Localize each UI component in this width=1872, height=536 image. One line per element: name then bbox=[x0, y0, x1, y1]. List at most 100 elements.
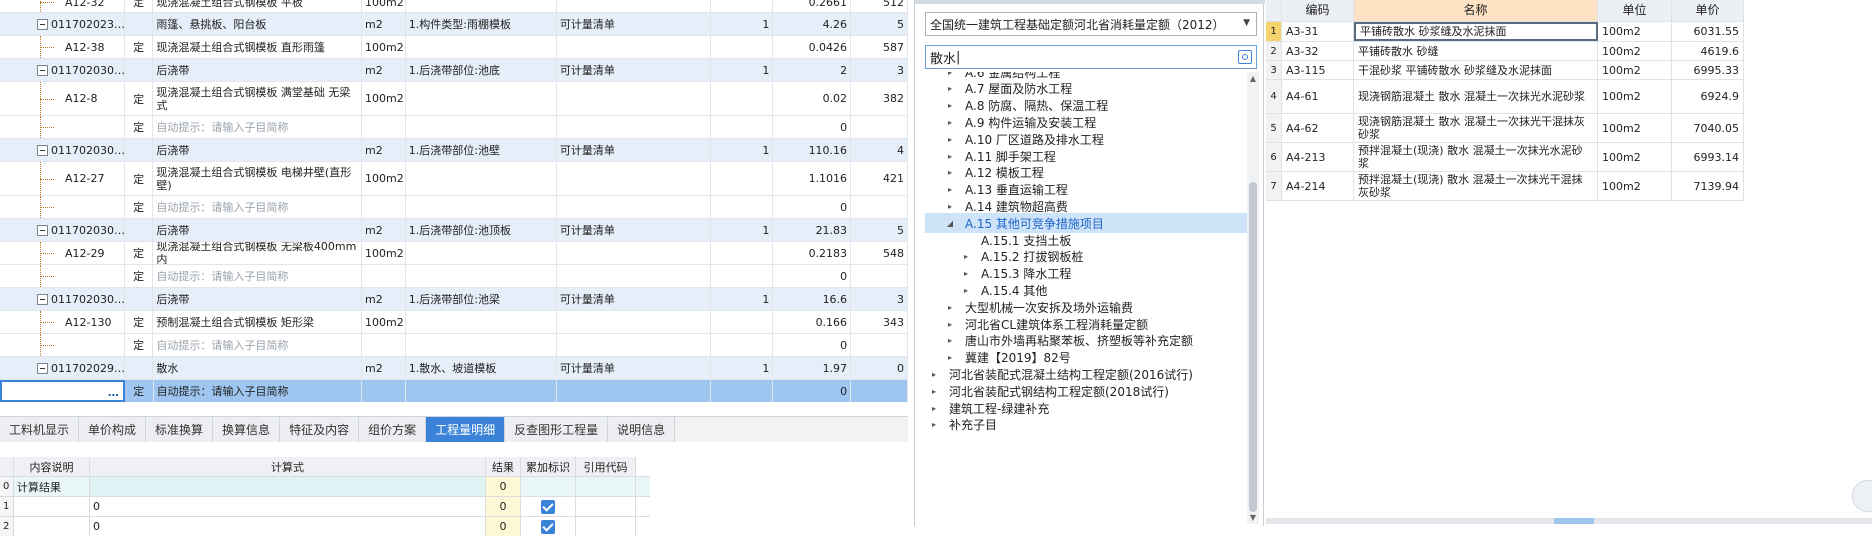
bill-code-cell[interactable]: A12-27 bbox=[0, 162, 125, 195]
type-cell[interactable] bbox=[125, 59, 154, 81]
checkbox-checked-icon[interactable] bbox=[541, 519, 555, 534]
quantity-expression-cell[interactable]: 1 bbox=[711, 139, 774, 161]
tab-6[interactable]: 工程量明细 bbox=[426, 417, 506, 442]
result-price-cell[interactable]: 4619.6 bbox=[1672, 42, 1744, 60]
type-cell[interactable] bbox=[125, 219, 154, 241]
unit-cell[interactable]: m2 bbox=[362, 139, 406, 161]
calc-formula-cell[interactable]: 0 bbox=[90, 497, 486, 516]
result-row[interactable]: 5 A4-62 现浇钢筋混凝土 散水 混凝土一次抹光干混抹灰砂浆 100m2 7040.… bbox=[1266, 114, 1744, 143]
bill-code-cell[interactable]: … bbox=[0, 380, 125, 402]
quantity-cell[interactable]: 0.166 bbox=[773, 311, 852, 333]
unit-price-cell[interactable]: 382 bbox=[851, 82, 908, 115]
name-cell[interactable]: 现浇混凝土组合式钢模板 电梯井壁(直形壁) bbox=[153, 162, 363, 195]
result-row[interactable]: 4 A4-61 现浇钢筋混凝土 散水 混凝土一次抹光水泥砂浆 100m2 6924.9 bbox=[1266, 80, 1744, 114]
calc-desc-cell[interactable] bbox=[14, 497, 90, 516]
feature-cell[interactable]: 1.后浇带部位:池梁 bbox=[406, 288, 557, 310]
feature-cell[interactable]: 1.后浇带部位:池壁 bbox=[406, 139, 557, 161]
collapse-icon[interactable] bbox=[37, 224, 48, 236]
type-cell[interactable]: 定 bbox=[125, 82, 154, 115]
bill-code-cell[interactable]: A12-29 bbox=[0, 242, 125, 264]
result-row[interactable]: 2 A3-32 平铺砖散水 砂缝 100m2 4619.6 bbox=[1266, 42, 1744, 61]
result-row[interactable]: 1 A3-31 平铺砖散水 砂浆缝及水泥抹面 100m2 6031.55 bbox=[1266, 22, 1744, 42]
collapsed-arrow-icon[interactable]: ▸ bbox=[945, 152, 955, 161]
collapsed-arrow-icon[interactable]: ▸ bbox=[929, 370, 939, 379]
feature-cell[interactable] bbox=[406, 36, 557, 58]
hint-row[interactable]: 定自动提示：请输入子目简称 0 bbox=[0, 265, 908, 288]
selected-input-row[interactable]: … 定自动提示：请输入子目简称 0 bbox=[0, 380, 908, 402]
feature-cell[interactable]: 1.后浇带部位:池顶板 bbox=[406, 219, 557, 241]
collapse-icon[interactable] bbox=[37, 18, 48, 30]
result-code-cell[interactable]: A3-115 bbox=[1282, 61, 1354, 79]
rule-cell[interactable] bbox=[557, 242, 711, 264]
rule-cell[interactable] bbox=[557, 82, 711, 115]
bill-code-cell[interactable] bbox=[0, 196, 125, 218]
rule-cell[interactable]: 可计量清单 bbox=[557, 288, 711, 310]
bill-item-row[interactable]: 011702030… 后浇带 m2 1.后浇带部位:池顶板 可计量清单 1 21.83 5 bbox=[0, 219, 908, 242]
collapsed-arrow-icon[interactable]: ▸ bbox=[945, 135, 955, 144]
bill-item-row[interactable]: 011702030… 后浇带 m2 1.后浇带部位:池壁 可计量清单 1 110.16 4 bbox=[0, 139, 908, 162]
unit-cell[interactable]: m2 bbox=[362, 219, 406, 241]
rule-cell[interactable]: 可计量清单 bbox=[557, 219, 711, 241]
type-cell[interactable] bbox=[125, 13, 154, 35]
quantity-cell[interactable]: 0 bbox=[773, 380, 852, 402]
hint-row[interactable]: 定自动提示：请输入子目简称 0 bbox=[0, 116, 908, 139]
quantity-expression-cell[interactable]: 1 bbox=[711, 288, 774, 310]
result-row[interactable]: 6 A4-213 预拌混凝土(现浇) 散水 混凝土一次抹光水泥砂浆 100m2 6993… bbox=[1266, 143, 1744, 172]
scroll-down-icon[interactable]: ▼ bbox=[1248, 513, 1258, 522]
collapsed-arrow-icon[interactable]: ▸ bbox=[961, 252, 971, 261]
collapse-icon[interactable] bbox=[37, 362, 48, 374]
type-cell[interactable]: 定 bbox=[125, 334, 154, 356]
bill-code-cell[interactable]: A12-38 bbox=[0, 36, 125, 58]
bill-item-row[interactable]: 011702030… 后浇带 m2 1.后浇带部位:池梁 可计量清单 1 16.6 3 bbox=[0, 288, 908, 311]
bill-code-cell[interactable]: A12-32 bbox=[0, 0, 125, 12]
unit-cell[interactable]: m2 bbox=[362, 13, 406, 35]
result-price-cell[interactable]: 7040.05 bbox=[1672, 114, 1744, 142]
quantity-expression-cell[interactable] bbox=[711, 196, 774, 218]
result-code-cell[interactable]: A4-213 bbox=[1282, 143, 1354, 171]
panel-splitter[interactable] bbox=[1266, 518, 1872, 524]
bill-code-cell[interactable]: 011702023… bbox=[0, 13, 125, 35]
collapsed-arrow-icon[interactable]: ▸ bbox=[945, 336, 955, 345]
feature-cell[interactable]: 1.后浇带部位:池底 bbox=[406, 59, 557, 81]
bill-code-cell[interactable]: A12-130 bbox=[0, 311, 125, 333]
collapsed-arrow-icon[interactable]: ▸ bbox=[945, 118, 955, 127]
collapsed-arrow-icon[interactable]: ▸ bbox=[945, 84, 955, 93]
unit-price-cell[interactable]: 5 bbox=[851, 13, 908, 35]
result-code-cell[interactable]: A3-32 bbox=[1282, 42, 1354, 60]
collapsed-arrow-icon[interactable]: ▸ bbox=[961, 269, 971, 278]
result-code-cell[interactable]: A4-62 bbox=[1282, 114, 1354, 142]
name-cell[interactable]: 雨篷、悬挑板、阳台板 bbox=[153, 13, 363, 35]
feature-cell[interactable] bbox=[406, 311, 557, 333]
quantity-cell[interactable]: 2 bbox=[773, 59, 852, 81]
name-cell[interactable]: 现浇混凝土组合式钢模板 无梁板400mm内 bbox=[153, 242, 363, 264]
type-cell[interactable]: 定 bbox=[125, 196, 154, 218]
quantity-expression-cell[interactable] bbox=[711, 162, 774, 195]
quantity-expression-cell[interactable]: 1 bbox=[711, 13, 774, 35]
calc-formula-cell[interactable] bbox=[90, 477, 486, 496]
quota-item-row[interactable]: A12-8 定现浇混凝土组合式钢模板 满堂基础 无梁式 100m2 0.02 382 bbox=[0, 82, 908, 116]
name-cell[interactable]: 后浇带 bbox=[153, 59, 363, 81]
result-name-cell[interactable]: 干混砂浆 平铺砖散水 砂浆缝及水泥抹面 bbox=[1354, 61, 1598, 79]
name-cell[interactable]: 自动提示：请输入子目简称 bbox=[153, 265, 363, 287]
collapse-icon[interactable] bbox=[37, 293, 48, 305]
unit-price-cell[interactable] bbox=[851, 334, 908, 356]
unit-price-cell[interactable] bbox=[851, 380, 908, 402]
feature-cell[interactable] bbox=[406, 162, 557, 195]
calc-row[interactable]: 2 00 bbox=[0, 517, 650, 536]
unit-cell[interactable]: m2 bbox=[362, 59, 406, 81]
quantity-cell[interactable]: 0 bbox=[773, 265, 852, 287]
name-cell[interactable]: 自动提示：请输入子目简称 bbox=[153, 116, 363, 138]
unit-price-cell[interactable]: 5 bbox=[851, 219, 908, 241]
type-cell[interactable]: 定 bbox=[125, 0, 154, 12]
unit-price-cell[interactable] bbox=[851, 196, 908, 218]
type-cell[interactable]: 定 bbox=[125, 380, 154, 402]
feature-cell[interactable] bbox=[406, 242, 557, 264]
unit-price-cell[interactable]: 3 bbox=[851, 288, 908, 310]
more-options-icon[interactable]: … bbox=[108, 386, 119, 399]
result-unit-cell[interactable]: 100m2 bbox=[1598, 114, 1672, 142]
quantity-cell[interactable]: 1.97 bbox=[773, 357, 852, 379]
quota-item-row[interactable]: A12-130 定预制混凝土组合式钢模板 矩形梁 100m2 0.166 343 bbox=[0, 311, 908, 334]
type-cell[interactable]: 定 bbox=[125, 242, 154, 264]
unit-cell[interactable] bbox=[362, 380, 406, 402]
name-cell[interactable]: 后浇带 bbox=[153, 139, 363, 161]
